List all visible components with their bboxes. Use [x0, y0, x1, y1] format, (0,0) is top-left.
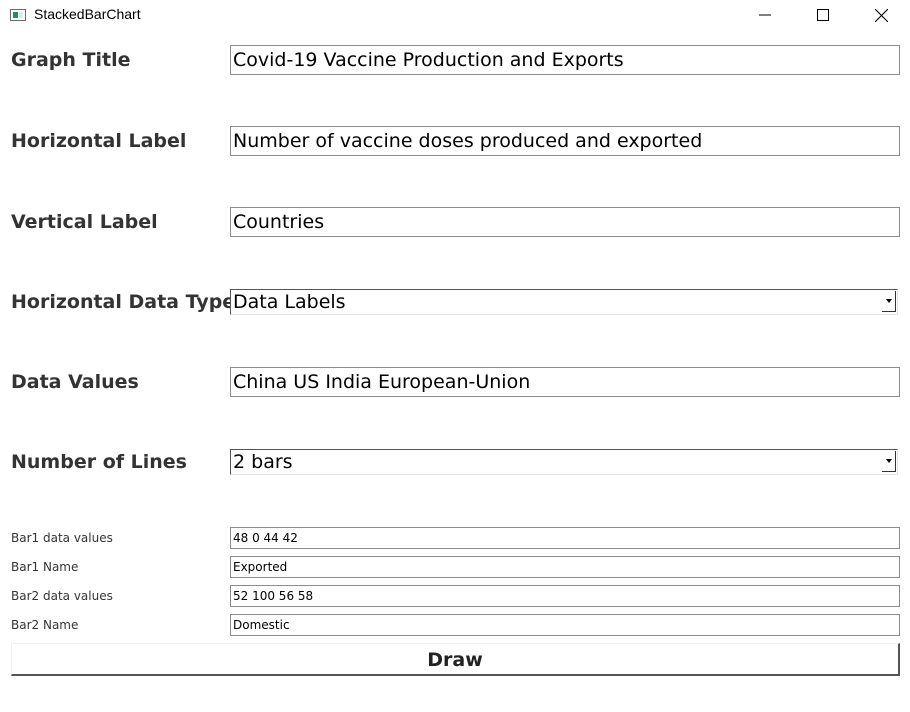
- close-icon: [874, 8, 888, 22]
- bar1-name-label: Bar1 Name: [11, 560, 79, 574]
- bar2-name-label: Bar2 Name: [11, 618, 79, 632]
- draw-button[interactable]: Draw: [11, 643, 900, 676]
- number-of-lines-select[interactable]: 2 bars: [230, 449, 898, 475]
- horizontal-label-label: Horizontal Label: [11, 130, 187, 152]
- bar1-data-values-input[interactable]: 48 0 44 42: [230, 527, 900, 549]
- minimize-icon: [759, 9, 771, 21]
- bar2-data-values-input[interactable]: 52 100 56 58: [230, 585, 900, 607]
- bar1-name-input[interactable]: Exported: [230, 556, 900, 578]
- horizontal-data-type-select[interactable]: Data Labels: [230, 289, 898, 315]
- graph-title-label: Graph Title: [11, 49, 131, 71]
- minimize-button[interactable]: [742, 0, 788, 30]
- horizontal-label-input[interactable]: Number of vaccine doses produced and exp…: [230, 126, 900, 156]
- graph-title-input[interactable]: Covid-19 Vaccine Production and Exports: [230, 45, 900, 75]
- title-bar: StackedBarChart: [0, 0, 910, 32]
- maximize-icon: [817, 9, 829, 21]
- horizontal-data-type-value: Data Labels: [233, 291, 346, 313]
- number-of-lines-value: 2 bars: [233, 451, 293, 473]
- close-button[interactable]: [858, 0, 904, 30]
- data-values-label: Data Values: [11, 371, 139, 393]
- dropdown-arrow-icon[interactable]: [882, 451, 896, 472]
- app-window-icon: [10, 9, 26, 21]
- data-values-input[interactable]: China US India European-Union: [230, 367, 900, 397]
- number-of-lines-label: Number of Lines: [11, 451, 187, 473]
- dropdown-arrow-icon[interactable]: [882, 291, 896, 312]
- vertical-label-input[interactable]: Countries: [230, 207, 900, 237]
- bar2-data-values-label: Bar2 data values: [11, 589, 113, 603]
- maximize-button[interactable]: [800, 0, 846, 30]
- vertical-label-label: Vertical Label: [11, 211, 158, 233]
- bar2-name-input[interactable]: Domestic: [230, 614, 900, 636]
- window-title: StackedBarChart: [34, 6, 141, 22]
- horizontal-data-type-label: Horizontal Data Type: [11, 291, 236, 313]
- bar1-data-values-label: Bar1 data values: [11, 531, 113, 545]
